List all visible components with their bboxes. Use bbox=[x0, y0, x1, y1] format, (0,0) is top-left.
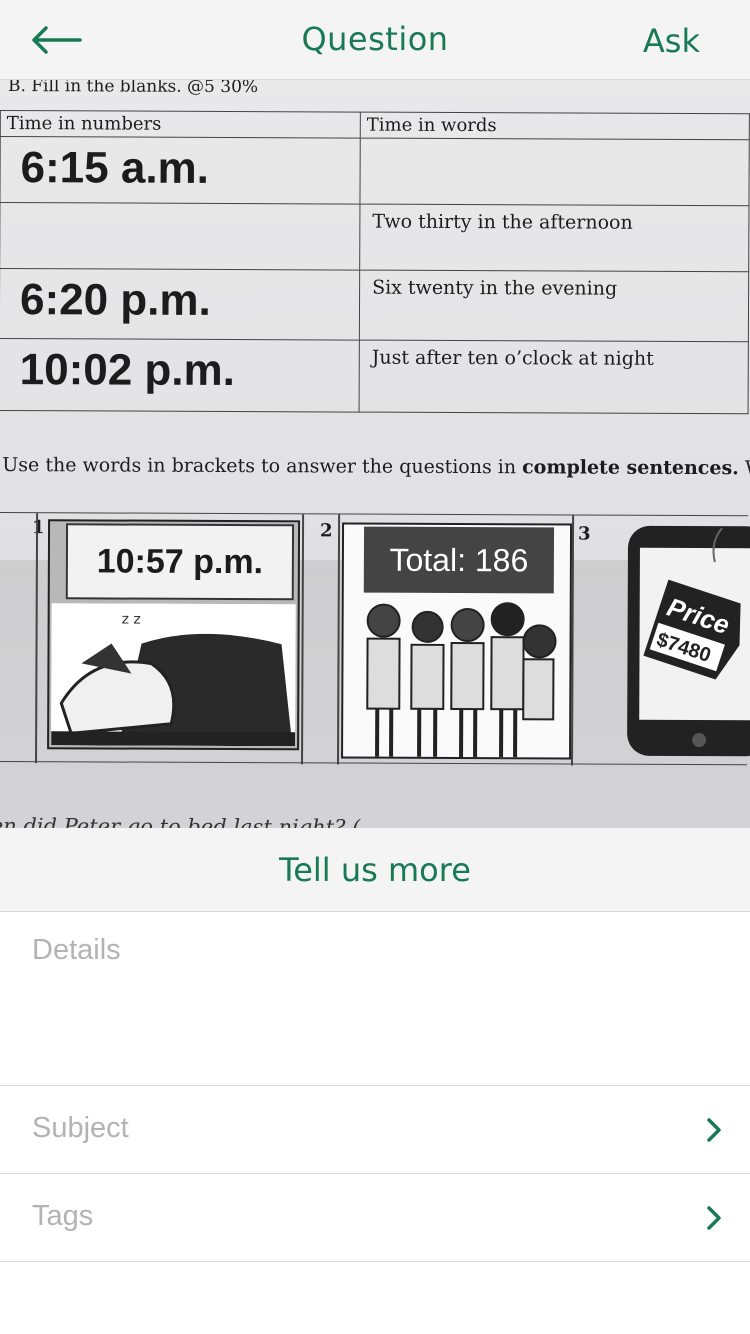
sleeping-illustration: z z bbox=[51, 603, 296, 747]
phone-illustration: Price $7480 bbox=[627, 525, 750, 757]
subject-row[interactable]: Subject bbox=[0, 1086, 750, 1174]
table-cell-words bbox=[359, 138, 750, 206]
navigation-bar: Question Ask bbox=[0, 0, 750, 80]
worksheet-instruction: Use the words in brackets to answer the … bbox=[2, 454, 750, 479]
instruction-text: Use the words in brackets to answer the … bbox=[2, 454, 523, 479]
sleeping-scene: z z bbox=[51, 603, 296, 747]
worksheet-question-cutoff: en did Peter go to bed last night? ( bbox=[0, 813, 361, 828]
subject-label: Subject bbox=[32, 1112, 129, 1144]
table-cell-numbers: 10:02 p.m. bbox=[0, 338, 360, 413]
instruction-bold-text: complete sentences. bbox=[522, 456, 739, 480]
table-cell-numbers: 6:15 a.m. bbox=[0, 136, 361, 205]
chevron-right-icon bbox=[707, 1118, 721, 1142]
bottom-spacer bbox=[0, 1262, 750, 1334]
group-illustration bbox=[366, 602, 557, 758]
table-header: Time in numbers bbox=[0, 110, 361, 139]
table-header: Time in words bbox=[360, 112, 750, 140]
picture-sleeping: 10:57 p.m. z z bbox=[47, 519, 301, 751]
chevron-right-icon bbox=[707, 1206, 721, 1230]
table-cell-words: Two thirty in the afternoon bbox=[359, 204, 749, 272]
worksheet: B. Fill in the blanks. @5 30% Time in nu… bbox=[0, 80, 750, 828]
tell-us-more-header: Tell us more bbox=[0, 828, 750, 912]
divider bbox=[301, 514, 304, 765]
picture-number: 1 bbox=[32, 517, 45, 539]
instruction-text-end: W bbox=[744, 457, 750, 480]
picture-row: 1 10:57 p.m. z z 2 Total: 186 3 Price $7… bbox=[0, 511, 750, 766]
svg-text:z z: z z bbox=[122, 612, 141, 628]
table-cell-numbers: 6:20 p.m. bbox=[0, 268, 360, 341]
ask-button[interactable]: Ask bbox=[643, 22, 700, 60]
question-photo: B. Fill in the blanks. @5 30% Time in nu… bbox=[0, 80, 750, 828]
divider bbox=[35, 513, 38, 764]
divider bbox=[337, 514, 340, 765]
table-cell-words: Six twenty in the evening bbox=[359, 270, 749, 342]
picture-number: 3 bbox=[577, 523, 591, 545]
details-input[interactable] bbox=[32, 934, 722, 1074]
worksheet-heading: B. Fill in the blanks. @5 30% bbox=[7, 80, 259, 98]
tags-label: Tags bbox=[32, 1200, 94, 1232]
picture-label: Total: 186 bbox=[363, 526, 555, 594]
time-table: Time in numbers Time in words 6:15 a.m. … bbox=[0, 110, 750, 414]
picture-number: 2 bbox=[319, 520, 333, 542]
page-title: Question bbox=[301, 20, 449, 58]
table-cell-words: Just after ten o’clock at night bbox=[359, 340, 749, 414]
picture-group: Total: 186 bbox=[341, 522, 573, 760]
details-section bbox=[0, 912, 750, 1086]
table-cell-numbers bbox=[0, 202, 360, 271]
picture-label: 10:57 p.m. bbox=[65, 523, 295, 601]
tags-row[interactable]: Tags bbox=[0, 1174, 750, 1262]
divider bbox=[571, 515, 574, 766]
picture-phone: Price $7480 bbox=[609, 522, 750, 761]
